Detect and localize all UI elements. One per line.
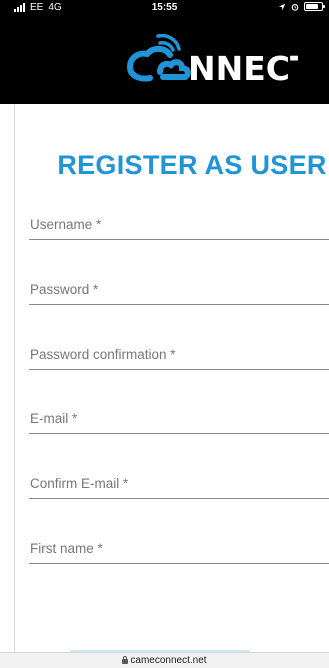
username-underline bbox=[29, 239, 329, 240]
header-band: EE 4G 15:55 NNEC bbox=[0, 0, 329, 104]
url-text: cameconnect.net bbox=[130, 655, 207, 666]
password-underline bbox=[29, 304, 329, 305]
logo-wordmark: NNECT bbox=[188, 49, 298, 88]
battery-icon bbox=[304, 2, 325, 11]
confirm-email-field[interactable]: Confirm E-mail * bbox=[29, 459, 329, 499]
password-confirmation-underline bbox=[29, 369, 329, 370]
lock-icon bbox=[122, 656, 129, 664]
page-left-border bbox=[14, 104, 15, 652]
password-confirmation-field[interactable]: Password confirmation * bbox=[29, 330, 329, 370]
username-field[interactable]: Username * bbox=[29, 200, 329, 240]
status-bar: EE 4G 15:55 bbox=[0, 0, 329, 16]
browser-url-bar[interactable]: cameconnect.net bbox=[0, 652, 329, 668]
page-title: REGISTER AS USER bbox=[57, 150, 327, 180]
status-right bbox=[278, 2, 325, 11]
email-field[interactable]: E-mail * bbox=[29, 394, 329, 434]
connect-logo: NNECT bbox=[126, 34, 298, 88]
first-name-field[interactable]: First name * bbox=[29, 524, 329, 564]
location-arrow-icon bbox=[278, 3, 286, 10]
app-header: NNECT bbox=[0, 16, 329, 104]
email-underline bbox=[29, 433, 329, 434]
confirm-email-underline bbox=[29, 498, 329, 499]
phone-screen: EE 4G 15:55 NNEC REGISTER AS USER Userna… bbox=[0, 0, 329, 668]
alarm-clock-icon bbox=[291, 3, 299, 11]
first-name-underline bbox=[29, 563, 329, 564]
password-field[interactable]: Password * bbox=[29, 265, 329, 305]
